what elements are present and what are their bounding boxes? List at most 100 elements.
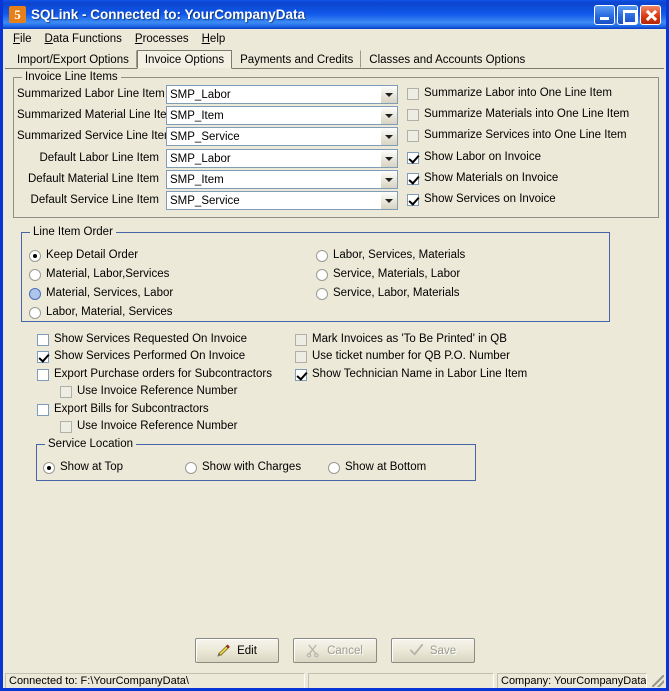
checkbox-show-services-requested-on-invoice[interactable]: Show Services Requested On Invoice [37,333,247,346]
resize-grip-icon[interactable] [652,675,664,687]
invoice-options-page: Invoice Line Items Summarized Labor Line… [5,68,664,665]
chevron-down-icon[interactable] [380,171,397,188]
radio-labor-services-materials[interactable]: Labor, Services, Materials [316,249,465,262]
checkbox-box [407,109,419,121]
menu-data-rest: ata Functions [52,32,122,45]
label-default-labor-line-item: Default Labor Line Item [39,152,159,164]
radio-material-labor-services[interactable]: Material, Labor,Services [29,268,169,281]
checkbox-export-bills-for-subcontractors[interactable]: Export Bills for Subcontractors [37,403,209,416]
cancel-button[interactable]: Cancel [292,638,377,663]
invoice-line-items-group-title: Invoice Line Items [22,71,121,83]
checkbox-summarize-materials-into-one-line-item[interactable]: Summarize Materials into One Line Item [407,108,629,121]
combo-summarized-labor-line-item[interactable]: SMP_Labor [166,85,398,104]
checkbox-summarize-labor-into-one-line-item[interactable]: Summarize Labor into One Line Item [407,87,612,100]
combo-summarized-service-line-item-value: SMP_Service [170,130,240,143]
radio-circle [316,288,328,300]
checkbox-use-invoice-reference-number-bills[interactable]: Use Invoice Reference Number [60,420,237,433]
combo-summarized-service-line-item[interactable]: SMP_Service [166,127,398,146]
checkbox-mark-invoices-as-to-be-printed-in-qb[interactable]: Mark Invoices as 'To Be Printed' in QB [295,333,507,346]
radio-show-at-top[interactable]: Show at Top [43,461,123,474]
menu-bar: File Data Functions Processes Help [3,29,666,49]
chevron-down-icon[interactable] [380,107,397,124]
radio-keep-detail-order[interactable]: Keep Detail Order [29,249,138,262]
checkbox-summarize-services-into-one-line-item[interactable]: Summarize Services into One Line Item [407,129,627,142]
radio-circle [43,462,55,474]
status-company: Company: YourCompanyData [497,673,647,689]
checkbox-box [37,334,49,346]
checkbox-label: Show Services on Invoice [424,193,556,205]
radio-labor-material-services[interactable]: Labor, Material, Services [29,306,173,319]
radio-label: Service, Materials, Labor [333,268,461,280]
chevron-down-icon[interactable] [380,192,397,209]
status-middle-pane [308,673,494,689]
checkbox-show-labor-on-invoice[interactable]: Show Labor on Invoice [407,151,541,164]
radio-circle [29,250,41,262]
checkbox-use-ticket-number-for-qb-po-number[interactable]: Use ticket number for QB P.O. Number [295,350,510,363]
combo-summarized-labor-line-item-value: SMP_Labor [170,88,231,101]
radio-label: Material, Services, Labor [46,287,174,299]
checkbox-show-services-on-invoice[interactable]: Show Services on Invoice [407,193,556,206]
radio-show-at-bottom[interactable]: Show at Bottom [328,461,426,474]
line-item-order-group-title: Line Item Order [30,226,116,238]
checkbox-show-materials-on-invoice[interactable]: Show Materials on Invoice [407,172,558,185]
caption-buttons [594,4,661,25]
checkbox-label: Show Services Requested On Invoice [54,333,248,345]
radio-circle [29,307,41,319]
label-summarized-service-line-item: Summarized Service Line Item [17,130,174,142]
checkbox-show-technician-name-in-labor-line-item[interactable]: Show Technician Name in Labor Line Item [295,368,527,381]
checkbox-label: Use Invoice Reference Number [77,420,238,432]
radio-label: Material, Labor,Services [46,268,170,280]
checkbox-use-invoice-reference-number-po[interactable]: Use Invoice Reference Number [60,385,237,398]
save-button-label: Save [429,644,457,657]
radio-circle [316,250,328,262]
menu-item-help[interactable]: Help [197,31,234,47]
combo-summarized-material-line-item[interactable]: SMP_Item [166,106,398,125]
checkbox-label: Summarize Services into One Line Item [424,129,627,141]
combo-default-service-line-item[interactable]: SMP_Service [166,191,398,210]
save-button[interactable]: Save [390,638,475,663]
checkbox-box [295,351,307,363]
close-button[interactable] [640,4,661,25]
checkbox-label: Export Bills for Subcontractors [54,403,209,415]
tab-payments-and-credits[interactable]: Payments and Credits [232,50,362,68]
tab-import-export-options[interactable]: Import/Export Options [9,50,137,68]
cancel-button-label: Cancel [327,644,363,657]
radio-circle [29,269,41,281]
radio-circle [316,269,328,281]
maximize-button[interactable] [617,4,638,25]
radio-service-labor-materials[interactable]: Service, Labor, Materials [316,287,460,300]
menu-item-processes[interactable]: Processes [130,31,197,47]
label-summarized-material-line-item: Summarized Material Line Item [17,109,177,121]
combo-default-material-line-item[interactable]: SMP_Item [166,170,398,189]
checkbox-show-services-performed-on-invoice[interactable]: Show Services Performed On Invoice [37,350,245,363]
combo-default-material-line-item-value: SMP_Item [170,173,224,186]
menu-item-file[interactable]: File [8,31,40,47]
radio-label: Labor, Services, Materials [333,249,466,261]
tab-classes-and-accounts-options[interactable]: Classes and Accounts Options [361,50,534,68]
label-summarized-labor-line-item: Summarized Labor Line Item [17,88,165,100]
minimize-button[interactable] [594,4,615,25]
checkbox-label: Use ticket number for QB P.O. Number [312,350,510,362]
radio-show-with-charges[interactable]: Show with Charges [185,461,301,474]
radio-material-services-labor[interactable]: Material, Services, Labor [29,287,173,300]
edit-button-label: Edit [237,644,257,657]
chevron-down-icon[interactable] [380,86,397,103]
radio-circle [29,288,41,300]
tab-invoice-options[interactable]: Invoice Options [136,50,233,69]
chevron-down-icon[interactable] [380,128,397,145]
service-location-group-title: Service Location [45,438,137,450]
radio-service-materials-labor[interactable]: Service, Materials, Labor [316,268,460,281]
checkbox-box [295,334,307,346]
label-default-material-line-item: Default Material Line Item [27,173,159,185]
combo-default-labor-line-item[interactable]: SMP_Labor [166,149,398,168]
radio-label: Show with Charges [202,461,302,473]
edit-button[interactable]: Edit [194,638,279,663]
scissors-icon [306,644,319,658]
label-default-service-line-item: Default Service Line Item [30,194,159,206]
checkbox-export-purchase-orders-for-subcontractors[interactable]: Export Purchase orders for Subcontractor… [37,368,272,381]
application-window: 5 SQLink - Connected to: YourCompanyData… [0,0,669,691]
chevron-down-icon[interactable] [380,150,397,167]
menu-item-data-functions[interactable]: Data Functions [40,31,130,47]
checkbox-label: Summarize Labor into One Line Item [424,87,612,99]
checkbox-label: Show Technician Name in Labor Line Item [312,368,528,380]
